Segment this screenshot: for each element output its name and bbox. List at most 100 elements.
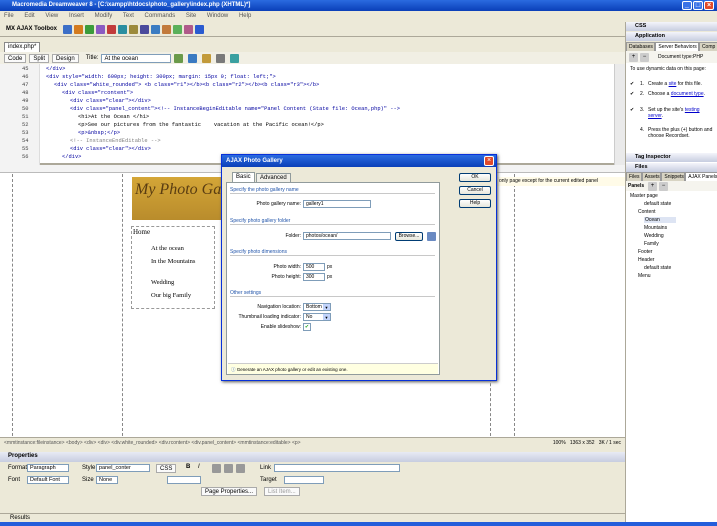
file-management-icon[interactable] [174, 53, 184, 63]
photo-width-input[interactable]: 500 [303, 263, 325, 271]
code-view-button[interactable]: Code [4, 53, 27, 63]
navigation-location-select[interactable]: Bottom ▼ [303, 303, 331, 311]
files-panel-header[interactable]: Files [626, 163, 717, 172]
nav-item-mountains[interactable]: In the Mountains [151, 258, 201, 266]
tab-files[interactable]: Files [626, 172, 642, 181]
menu-commands[interactable]: Commands [145, 13, 176, 19]
css-button[interactable]: CSS [156, 464, 177, 473]
dialog-close-button[interactable]: × [484, 156, 494, 166]
ajax-panel-icon[interactable] [74, 24, 83, 34]
ajax-gallery-icon[interactable] [107, 24, 116, 34]
minimize-button[interactable]: _ [682, 1, 692, 10]
ajax-tooltip-icon[interactable] [129, 24, 138, 34]
plus-icon[interactable]: + [629, 53, 638, 62]
view-options-icon[interactable] [216, 53, 226, 63]
target-select[interactable] [284, 476, 324, 484]
ajax-tabs-icon[interactable] [118, 24, 127, 34]
design-view-button[interactable]: Design [52, 53, 79, 63]
size-select[interactable]: None [96, 476, 118, 484]
tab-components[interactable]: Comp [698, 42, 717, 51]
tree-item-footer[interactable]: Footer [638, 249, 652, 255]
tree-item-header[interactable]: Header [638, 257, 654, 263]
folder-icon[interactable] [427, 232, 436, 241]
code-view[interactable]: 45 46 47 48 49 50 51 52 53 54 55 56 </di… [0, 64, 625, 165]
document-title-input[interactable]: At the ocean [101, 53, 172, 63]
menu-help[interactable]: Help [239, 13, 251, 19]
tab-basic[interactable]: Basic [232, 172, 255, 182]
menu-file[interactable]: File [4, 13, 14, 19]
nav-item-wedding[interactable]: Wedding [151, 279, 201, 287]
italic-button[interactable]: I [198, 464, 200, 470]
font-select[interactable]: Default Font [27, 476, 69, 484]
ajax-form-icon[interactable] [85, 24, 94, 34]
tree-item-default-state[interactable]: default state [644, 265, 671, 271]
application-panel-header[interactable]: Application [626, 32, 717, 41]
plus-icon[interactable]: + [648, 182, 657, 191]
ajax-menu-icon[interactable] [96, 24, 105, 34]
insert-category-dropdown[interactable]: MX AJAX Toolbox [6, 26, 57, 32]
tree-item-master-page[interactable]: Master page [630, 193, 658, 199]
menu-window[interactable]: Window [207, 13, 228, 19]
code-scrollbar[interactable] [614, 64, 625, 165]
menu-insert[interactable]: Insert [69, 13, 84, 19]
folder-input[interactable]: photos/ocean/ [303, 232, 391, 240]
help-button[interactable]: Help [459, 199, 491, 208]
tab-databases[interactable]: Databases [626, 42, 656, 51]
cancel-button[interactable]: Cancel [459, 186, 491, 195]
tree-item-mountains[interactable]: Mountains [644, 225, 667, 231]
tab-ajax-panels[interactable]: AJAX Panels [685, 172, 717, 181]
tag-selector[interactable]: <mmtinstance:fileinstance> <body> <div> … [0, 437, 625, 447]
zoom-level[interactable]: 100% [553, 440, 566, 446]
tree-item-content[interactable]: Content [638, 209, 656, 215]
ajax-calendar-icon[interactable] [151, 24, 160, 34]
tab-snippets[interactable]: Snippets [661, 172, 686, 181]
menu-view[interactable]: View [45, 13, 58, 19]
properties-header[interactable]: Properties [0, 452, 625, 462]
ok-button[interactable]: OK [459, 173, 491, 182]
ajax-tree-icon[interactable] [162, 24, 171, 34]
browse-button[interactable]: Browse... [395, 232, 423, 241]
ajax-widget-icon[interactable] [63, 24, 72, 34]
menu-edit[interactable]: Edit [24, 13, 34, 19]
menu-site[interactable]: Site [186, 13, 196, 19]
color-input[interactable] [167, 476, 201, 484]
tag-path[interactable]: <mmtinstance:fileinstance> <body> <div> … [4, 440, 301, 446]
tree-item-ocean[interactable]: Ocean [644, 217, 676, 223]
home-link[interactable]: Home [133, 228, 150, 236]
align-right-icon[interactable] [236, 464, 245, 473]
visual-aids-icon[interactable] [230, 53, 240, 63]
page-properties-button[interactable]: Page Properties... [201, 487, 258, 496]
tree-item-default-state[interactable]: default state [644, 201, 671, 207]
tree-item-family[interactable]: Family [644, 241, 659, 247]
tree-item-menu[interactable]: Menu [638, 273, 651, 279]
menu-text[interactable]: Text [123, 13, 134, 19]
tab-advanced[interactable]: Advanced [256, 173, 291, 182]
align-left-icon[interactable] [212, 464, 221, 473]
thumbnail-indicator-select[interactable]: No ▼ [303, 313, 331, 321]
list-item-button[interactable]: List Item... [264, 487, 300, 496]
photo-height-input[interactable]: 300 [303, 273, 325, 281]
css-panel-header[interactable]: CSS [626, 22, 717, 31]
nav-item-ocean[interactable]: At the ocean [151, 245, 201, 253]
window-size[interactable]: 1363 x 352 [570, 440, 595, 446]
bold-button[interactable]: B [186, 464, 190, 470]
document-type-link[interactable]: document type [671, 91, 704, 97]
preview-browser-icon[interactable] [188, 53, 198, 63]
format-select[interactable]: Paragraph [27, 464, 69, 472]
gallery-name-input[interactable]: gallery1 [303, 200, 371, 208]
document-tab[interactable]: index.php* [4, 42, 40, 52]
menu-modify[interactable]: Modify [95, 13, 113, 19]
slideshow-checkbox[interactable]: ✔ [303, 323, 311, 331]
nav-item-family[interactable]: Our big Family [151, 292, 201, 300]
minus-icon[interactable]: − [659, 182, 668, 191]
ajax-slider-icon[interactable] [140, 24, 149, 34]
maximize-button[interactable]: □ [693, 1, 703, 10]
tag-inspector-header[interactable]: Tag Inspector [626, 153, 717, 162]
ajax-settings-icon[interactable] [195, 24, 204, 34]
ajax-link-icon[interactable] [184, 24, 193, 34]
results-panel-header[interactable]: Results [0, 513, 625, 522]
tree-item-wedding[interactable]: Wedding [644, 233, 664, 239]
ajax-grid-icon[interactable] [173, 24, 182, 34]
tab-server-behaviors[interactable]: Server Behaviors [655, 42, 699, 51]
align-center-icon[interactable] [224, 464, 233, 473]
